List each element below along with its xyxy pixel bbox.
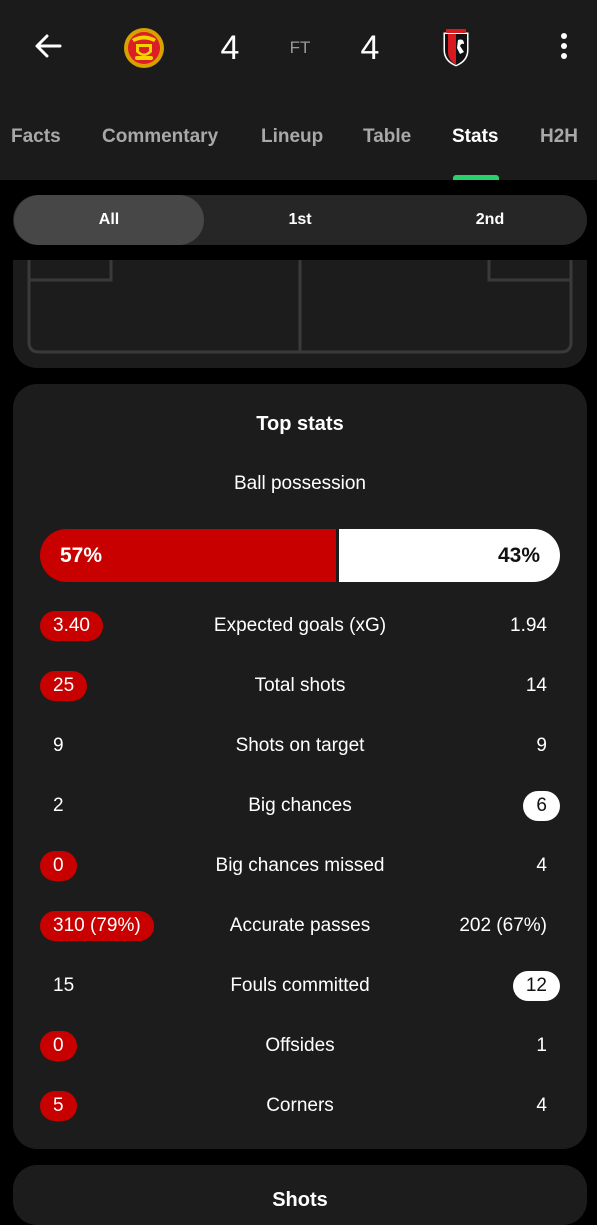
manchester-united-crest-icon[interactable]: [122, 26, 166, 70]
stat-home-value: 25: [40, 671, 88, 701]
top-stats-title: Top stats: [256, 413, 344, 435]
stat-row-total-shots: 25 Total shots 14: [13, 666, 587, 706]
stat-name: Corners: [266, 1095, 334, 1116]
period-first-half[interactable]: 1st: [205, 195, 395, 245]
stat-home-value: 9: [53, 735, 64, 756]
match-header: 4 FT 4 Facts Commentary Lineup Table Sta…: [0, 0, 597, 180]
stat-row-big-chances: 2 Big chances 6: [13, 786, 587, 826]
stat-name: Big chances: [248, 795, 352, 816]
stat-away-value: 1: [536, 1035, 547, 1056]
stat-away-value: 4: [536, 1095, 547, 1116]
stat-name: Accurate passes: [229, 915, 371, 936]
stat-row-accurate-passes: 310 (79%) Accurate passes 202 (67%): [13, 906, 587, 946]
tab-facts[interactable]: Facts: [11, 126, 61, 148]
possession-bar-home: 57%: [40, 529, 337, 582]
stat-home-value: 3.40: [40, 611, 103, 641]
match-status: FT: [289, 38, 311, 57]
back-button[interactable]: [28, 26, 68, 66]
stat-name: Total shots: [254, 675, 346, 696]
shot-map-card: [13, 260, 587, 368]
stat-row-big-chances-missed: 0 Big chances missed 4: [13, 846, 587, 886]
more-vertical-icon: [561, 33, 567, 59]
stat-home-value: 15: [53, 975, 75, 996]
tab-stats[interactable]: Stats: [452, 126, 498, 148]
stat-home-value: 310 (79%): [40, 911, 154, 941]
tab-commentary[interactable]: Commentary: [102, 126, 218, 148]
tab-h2h[interactable]: H2H: [540, 126, 578, 148]
stat-name: Fouls committed: [230, 975, 370, 996]
more-options-button[interactable]: [548, 26, 580, 66]
stat-away-value: 9: [536, 735, 547, 756]
stat-row-offsides: 0 Offsides 1: [13, 1026, 587, 1066]
away-score: 4: [360, 29, 380, 67]
stat-name: Offsides: [265, 1035, 335, 1056]
bournemouth-crest-icon[interactable]: [434, 26, 478, 70]
stat-row-fouls-committed: 15 Fouls committed 12: [13, 966, 587, 1006]
top-stats-card: Top stats Ball possession 57% 43% 3.40 E…: [13, 384, 587, 1149]
possession-home-value: 57%: [60, 544, 103, 567]
stat-home-value: 0: [40, 851, 77, 881]
possession-bar: 57% 43%: [40, 529, 560, 582]
match-tabs: Facts Commentary Lineup Table Stats H2H: [0, 112, 597, 180]
active-tab-indicator: [453, 175, 499, 180]
tab-lineup[interactable]: Lineup: [261, 126, 323, 148]
period-second-half[interactable]: 2nd: [395, 195, 585, 245]
stat-away-value: 1.94: [510, 615, 547, 636]
period-selector: All 1st 2nd: [13, 195, 587, 245]
possession-bar-away: 43%: [339, 529, 560, 582]
shots-card: Shots: [13, 1165, 587, 1225]
stat-away-value: 14: [525, 675, 547, 696]
stat-away-value: 12: [512, 971, 560, 1001]
stat-away-value: 6: [523, 791, 560, 821]
stat-away-value: 4: [536, 855, 547, 876]
tab-table[interactable]: Table: [363, 126, 411, 148]
home-score: 4: [220, 29, 240, 67]
stat-away-value: 202 (67%): [459, 915, 547, 936]
stat-row-expected-goals: 3.40 Expected goals (xG) 1.94: [13, 606, 587, 646]
shots-card-title: Shots: [272, 1189, 328, 1211]
possession-away-value: 43%: [497, 544, 540, 567]
period-all[interactable]: All: [14, 195, 204, 245]
possession-label: Ball possession: [233, 473, 367, 494]
stat-name: Big chances missed: [215, 855, 385, 876]
stat-row-shots-on-target: 9 Shots on target 9: [13, 726, 587, 766]
stat-name: Shots on target: [235, 735, 365, 756]
stat-home-value: 5: [40, 1091, 77, 1121]
stat-name: Expected goals (xG): [213, 615, 387, 636]
stat-row-corners: 5 Corners 4: [13, 1086, 587, 1126]
stat-home-value: 0: [40, 1031, 77, 1061]
pitch-diagram: [27, 260, 573, 354]
arrow-left-icon: [35, 34, 62, 58]
stat-home-value: 2: [53, 795, 64, 816]
